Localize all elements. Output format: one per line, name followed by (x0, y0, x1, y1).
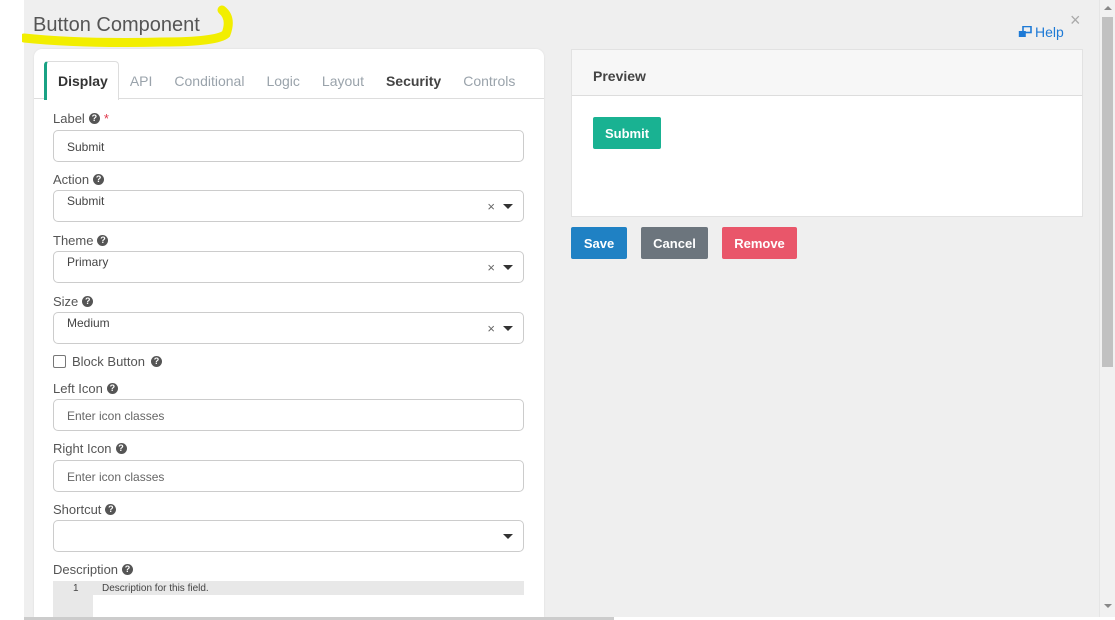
editor-line: 1 Description for this field. (53, 581, 524, 595)
help-label: Help (1035, 24, 1064, 40)
tab-controls[interactable]: Controls (452, 61, 526, 99)
chevron-down-icon[interactable] (503, 326, 513, 331)
left-icon-field-text: Left Icon (53, 381, 103, 396)
left-icon-field-label: Left Icon ? (53, 381, 118, 396)
scroll-down-icon[interactable] (1104, 604, 1112, 608)
button-component-dialog: Button Component Help × Display API Cond… (22, 0, 1099, 617)
required-marker: * (103, 111, 109, 126)
chevron-down-icon[interactable] (503, 534, 513, 539)
action-field-text: Action (53, 172, 90, 187)
external-window-icon (1018, 26, 1032, 37)
question-circle-icon[interactable]: ? (105, 504, 117, 515)
shortcut-field-label: Shortcut ? (53, 502, 117, 517)
settings-panel: Display API Conditional Logic Layout Sec… (34, 49, 544, 617)
tab-api[interactable]: API (119, 61, 164, 99)
tab-layout[interactable]: Layout (311, 61, 375, 99)
tab-security[interactable]: Security (375, 61, 452, 99)
tab-conditional[interactable]: Conditional (163, 61, 255, 99)
size-field-label: Size ? (53, 294, 94, 309)
preview-header: Preview (572, 50, 1082, 96)
label-field-text: Label (53, 111, 85, 126)
scrollbar-thumb[interactable] (1102, 17, 1113, 367)
shortcut-select[interactable] (53, 520, 524, 552)
theme-select-value: Primary (67, 255, 109, 269)
chevron-down-icon[interactable] (503, 204, 513, 209)
shortcut-field-text: Shortcut (53, 502, 102, 517)
preview-panel: Preview Submit (571, 49, 1083, 217)
size-select[interactable]: Medium × (53, 312, 524, 344)
clear-icon[interactable]: × (487, 199, 495, 214)
block-button-label: Block Button (72, 354, 145, 369)
description-editor[interactable]: 1 Description for this field. (53, 581, 524, 617)
theme-field-label: Theme ? (53, 233, 109, 248)
tab-logic[interactable]: Logic (255, 61, 310, 99)
label-field-label: Label ? * (53, 111, 109, 126)
remove-button[interactable]: Remove (722, 227, 797, 259)
theme-select[interactable]: Primary × (53, 251, 524, 283)
help-link[interactable]: Help (1018, 24, 1064, 40)
block-button-checkbox[interactable] (53, 355, 66, 368)
dialog-title: Button Component (33, 14, 200, 36)
question-circle-icon[interactable]: ? (93, 174, 105, 185)
question-circle-icon[interactable]: ? (82, 296, 94, 307)
right-icon-input[interactable]: Enter icon classes (53, 460, 524, 492)
vertical-scrollbar[interactable] (1099, 0, 1115, 617)
clear-icon[interactable]: × (487, 260, 495, 275)
right-icon-field-label: Right Icon ? (53, 441, 127, 456)
left-icon-input[interactable]: Enter icon classes (53, 399, 524, 431)
save-button[interactable]: Save (571, 227, 627, 259)
action-select[interactable]: Submit × (53, 190, 524, 222)
cancel-button[interactable]: Cancel (641, 227, 708, 259)
scroll-up-icon[interactable] (1104, 6, 1112, 10)
question-circle-icon[interactable]: ? (106, 383, 118, 394)
question-circle-icon[interactable]: ? (97, 235, 109, 246)
question-circle-icon[interactable]: ? (88, 113, 100, 124)
right-icon-field-text: Right Icon (53, 441, 112, 456)
size-select-value: Medium (67, 316, 110, 330)
tab-display[interactable]: Display (44, 61, 119, 100)
question-circle-icon[interactable]: ? (151, 356, 162, 367)
size-field-text: Size (53, 294, 79, 309)
action-field-label: Action ? (53, 172, 105, 187)
chevron-down-icon[interactable] (503, 265, 513, 270)
action-select-value: Submit (67, 194, 105, 208)
close-icon[interactable]: × (1070, 10, 1081, 31)
description-field-label: Description ? (53, 562, 134, 577)
theme-field-text: Theme (53, 233, 94, 248)
line-text[interactable]: Description for this field. (102, 583, 209, 594)
description-field-text: Description (53, 562, 119, 577)
preview-submit-button[interactable]: Submit (593, 117, 661, 149)
clear-icon[interactable]: × (487, 321, 495, 336)
tab-bar: Display API Conditional Logic Layout Sec… (34, 61, 544, 100)
line-number: 1 (73, 583, 79, 594)
block-button-row: Block Button ? (53, 354, 162, 369)
question-circle-icon[interactable]: ? (115, 443, 127, 454)
label-input[interactable]: Submit (53, 130, 524, 162)
question-circle-icon[interactable]: ? (122, 564, 134, 575)
